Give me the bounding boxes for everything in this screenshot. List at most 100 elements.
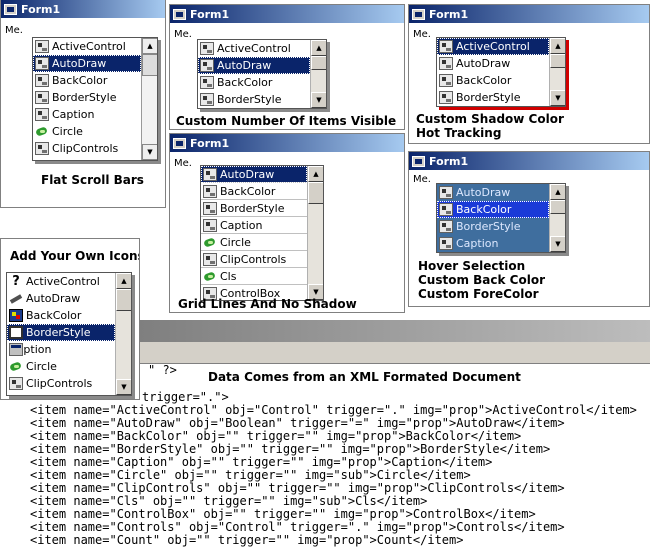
scrollbar[interactable]: ▲ ▼ — [549, 184, 565, 252]
property-icon — [9, 377, 23, 390]
scrollbar[interactable]: ▲ ▼ — [115, 273, 131, 395]
window-titlebar[interactable]: Form1 — [170, 5, 404, 23]
property-icon — [203, 218, 217, 232]
scroll-up-button[interactable]: ▲ — [142, 38, 157, 54]
window-title: Form1 — [21, 2, 61, 16]
scroll-up-button[interactable]: ▲ — [308, 166, 323, 182]
feature-caption: Add Your Own Icons — [10, 249, 140, 263]
list-item-label: Caption — [52, 108, 95, 121]
list-item[interactable]: Cls — [201, 268, 307, 285]
scroll-up-button[interactable]: ▲ — [311, 40, 326, 56]
window-title: Form1 — [429, 154, 469, 168]
scroll-down-button[interactable]: ▼ — [550, 236, 565, 252]
scroll-down-button[interactable]: ▼ — [142, 144, 157, 160]
list-item[interactable]: ClipControls — [33, 140, 141, 157]
list-item[interactable]: BorderStyle — [437, 218, 549, 235]
list-item-label: BorderStyle — [217, 93, 282, 106]
palette-icon — [9, 309, 23, 322]
list-item[interactable]: AutoDraw — [198, 57, 310, 74]
scrollbar[interactable]: ▲ ▼ — [549, 38, 565, 106]
list-item[interactable]: ActiveControl — [33, 38, 141, 55]
property-listbox[interactable]: AutoDraw BackColor BorderStyle Caption Circl… — [200, 165, 324, 301]
list-item[interactable]: BackColor — [437, 201, 549, 218]
list-item[interactable]: BorderStyle — [437, 89, 549, 106]
me-label: Me. — [413, 29, 431, 40]
list-item-label: ClipControls — [26, 377, 93, 390]
list-item[interactable]: ActiveControl — [437, 38, 549, 55]
scroll-thumb[interactable] — [550, 54, 565, 68]
list-item[interactable]: ActiveControl — [198, 40, 310, 57]
scroll-down-button[interactable]: ▼ — [550, 90, 565, 106]
list-item[interactable]: BackColor — [198, 74, 310, 91]
list-item[interactable]: BackColor — [437, 72, 549, 89]
scrollbar[interactable]: ▲ ▼ — [310, 40, 326, 108]
form1-window-custom-icons: Add Your Own Icons ? ActiveControl AutoDra… — [0, 238, 140, 400]
property-listbox[interactable]: ActiveControl AutoDraw BackColor BorderStyl… — [436, 37, 566, 107]
list-item[interactable]: ClipControls — [201, 251, 307, 268]
list-item[interactable]: Caption — [437, 235, 549, 252]
scroll-down-button[interactable]: ▼ — [116, 379, 131, 395]
property-icon — [35, 108, 49, 121]
list-item[interactable]: AutoDraw — [201, 166, 307, 183]
xml-line: <item name="Count" obj="" trigger="" img… — [30, 533, 464, 547]
listbox-items: ActiveControl AutoDraw BackColor BorderStyl… — [33, 38, 141, 160]
list-item[interactable]: Caption — [33, 106, 141, 123]
property-icon — [439, 40, 453, 53]
property-listbox[interactable]: ActiveControl AutoDraw BackColor BorderStyl… — [32, 37, 158, 161]
property-icon — [200, 59, 214, 72]
list-item[interactable]: Cls — [33, 157, 141, 160]
property-icon — [203, 252, 217, 266]
property-listbox[interactable]: ActiveControl AutoDraw BackColor BorderStyl… — [197, 39, 327, 109]
scroll-up-button[interactable]: ▲ — [550, 184, 565, 200]
listbox-items: AutoDraw BackColor BorderStyle Caption — [437, 184, 549, 252]
list-item[interactable]: AutoDraw — [33, 55, 141, 72]
scroll-thumb[interactable] — [550, 200, 565, 214]
list-item[interactable]: BorderStyle — [33, 89, 141, 106]
property-icon — [35, 40, 49, 53]
xml-document-title: Data Comes from an XML Formated Document — [208, 370, 521, 384]
scroll-up-button[interactable]: ▲ — [550, 38, 565, 54]
list-item[interactable]: BackColor — [201, 183, 307, 200]
list-item-label: ActiveControl — [456, 40, 530, 53]
list-item[interactable]: Caption — [201, 217, 307, 234]
window-titlebar[interactable]: Form1 — [409, 152, 649, 170]
scroll-thumb[interactable] — [116, 289, 131, 311]
list-item[interactable]: ClipControls — [7, 375, 115, 392]
list-item-label: ActiveControl — [217, 42, 291, 55]
list-item[interactable]: AutoDraw — [7, 290, 115, 307]
window-titlebar[interactable]: Form1 — [409, 5, 649, 23]
list-item-label: BackColor — [220, 184, 276, 198]
list-item[interactable]: BorderStyle — [198, 91, 310, 108]
method-icon — [35, 125, 49, 138]
flat-scrollbar[interactable]: ▲ ▼ — [141, 38, 157, 160]
list-item[interactable]: Circle — [7, 358, 115, 375]
list-item[interactable]: Circle — [201, 234, 307, 251]
list-item[interactable]: Cls — [7, 392, 115, 395]
list-item[interactable]: ? ActiveControl — [7, 273, 115, 290]
list-item[interactable]: BackColor — [7, 307, 115, 324]
property-listbox[interactable]: AutoDraw BackColor BorderStyle Caption ▲ ▼ — [436, 183, 566, 253]
scroll-thumb[interactable] — [311, 56, 326, 70]
form-icon — [173, 137, 186, 149]
list-item[interactable]: AutoDraw — [437, 184, 549, 201]
list-item[interactable]: BackColor — [33, 72, 141, 89]
list-item-label: BackColor — [456, 203, 512, 216]
list-item[interactable]: Caption — [7, 341, 115, 358]
scroll-down-button[interactable]: ▼ — [311, 92, 326, 108]
list-item[interactable]: Circle — [33, 123, 141, 140]
property-icon — [200, 76, 214, 89]
list-item[interactable]: BorderStyle — [7, 324, 115, 341]
list-item[interactable]: AutoDraw — [437, 55, 549, 72]
scrollbar[interactable]: ▲ ▼ — [307, 166, 323, 300]
scroll-thumb[interactable] — [308, 182, 323, 204]
scroll-thumb[interactable] — [142, 54, 157, 76]
property-icon — [439, 220, 453, 233]
scroll-up-button[interactable]: ▲ — [116, 273, 131, 289]
window-titlebar[interactable]: Form1 — [1, 0, 165, 18]
feature-caption-line: Hot Tracking — [416, 126, 502, 140]
method-icon — [9, 394, 23, 395]
window-titlebar[interactable]: Form1 — [170, 134, 404, 152]
property-listbox[interactable]: ? ActiveControl AutoDraw BackColor BorderSty… — [6, 272, 132, 396]
list-item[interactable]: BorderStyle — [201, 200, 307, 217]
list-item-label: AutoDraw — [220, 167, 275, 181]
